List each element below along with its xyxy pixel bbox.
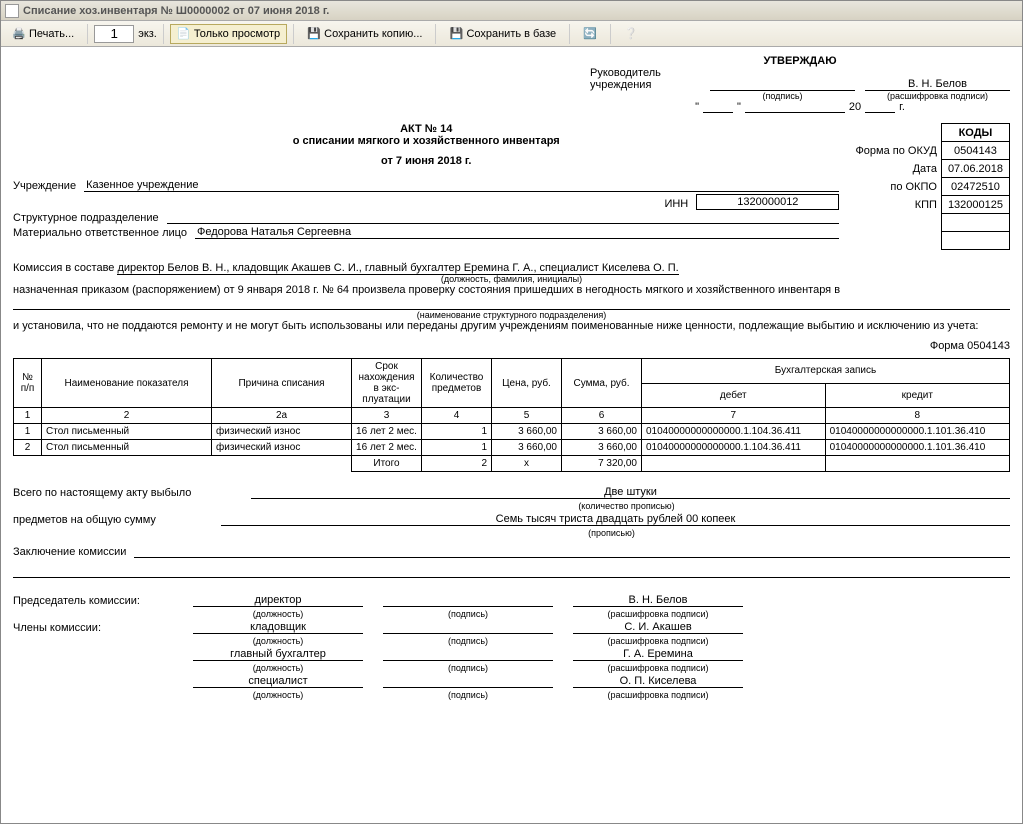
help-icon: ❔ <box>624 27 638 41</box>
table-row: 1Стол письменныйфизический износ16 лет 2… <box>14 424 1010 440</box>
table-row: 2Стол письменныйфизический износ16 лет 2… <box>14 440 1010 456</box>
commission-members: директор Белов В. Н., кладовщик Акашев С… <box>117 262 678 275</box>
codes-table: КОДЫ Форма по ОКУД0504143 Дата07.06.2018… <box>849 123 1010 250</box>
institution-value: Казенное учреждение <box>84 179 839 192</box>
copies-input[interactable] <box>94 25 134 43</box>
preview-icon: 📄 <box>177 27 191 41</box>
approve-title: УТВЕРЖДАЮ <box>590 55 1010 67</box>
window-titlebar: Списание хоз.инвентаря № Ш0000002 от 07 … <box>1 1 1022 21</box>
refresh-button[interactable]: 🔄 <box>576 24 604 44</box>
save-icon: 💾 <box>307 27 321 41</box>
commission-conclusion: и установила, что не поддаются ремонту и… <box>13 320 1010 332</box>
responsible-value: Федорова Наталья Сергеевна <box>195 226 839 239</box>
save-copy-button[interactable]: 💾 Сохранить копию... <box>300 24 429 44</box>
toolbar: 🖨️ Печать... экз. 📄 Только просмотр 💾 Со… <box>1 21 1022 47</box>
help-button[interactable]: ❔ <box>617 24 645 44</box>
refresh-icon: 🔄 <box>583 27 597 41</box>
commission-conclusion-field <box>134 557 1010 558</box>
approve-name: В. Н. Белов <box>865 78 1010 91</box>
save-db-button[interactable]: 💾 Сохранить в базе <box>442 24 563 44</box>
preview-toggle[interactable]: 📄 Только просмотр <box>170 24 287 44</box>
printer-icon: 🖨️ <box>12 27 26 41</box>
copies-label: экз. <box>138 28 157 40</box>
window-title: Списание хоз.инвентаря № Ш0000002 от 07 … <box>23 5 329 17</box>
head-label: Руководитель учреждения <box>590 67 700 91</box>
sum-words: Семь тысяч триста двадцать рублей 00 коп… <box>221 513 1010 526</box>
commission-order: назначенная приказом (распоряжением) от … <box>13 284 1010 296</box>
qty-words: Две штуки <box>251 486 1010 499</box>
dept-value <box>167 223 840 224</box>
items-table: № п/п Наименование показателя Причина сп… <box>13 358 1010 472</box>
form-number: Форма 0504143 <box>13 340 1010 352</box>
document-icon <box>5 4 19 18</box>
print-button[interactable]: 🖨️ Печать... <box>5 24 81 44</box>
database-icon: 💾 <box>449 27 463 41</box>
document-content: УТВЕРЖДАЮ Руководитель учреждения В. Н. … <box>1 47 1022 823</box>
inn-value: 1320000012 <box>696 194 839 210</box>
